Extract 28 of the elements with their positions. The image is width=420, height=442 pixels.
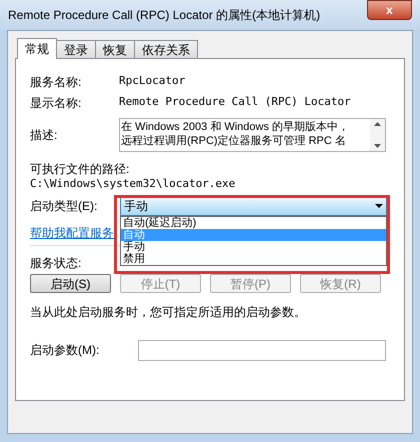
- service-button[interactable]: 启动(S): [30, 274, 111, 293]
- window-title: Remote Procedure Call (RPC) Locator 的属性(本地计算机): [8, 7, 320, 24]
- tab[interactable]: 恢复: [95, 40, 135, 58]
- tab[interactable]: 依存关系: [134, 40, 198, 58]
- field-label: 启动类型(E):: [30, 198, 98, 215]
- dropdown-option[interactable]: 自动(延迟启动): [121, 216, 386, 228]
- dropdown-option[interactable]: 手动: [121, 240, 386, 252]
- field-value: RpcLocator: [119, 73, 186, 90]
- field-value: Remote Procedure Call (RPC) Locator: [119, 94, 351, 110]
- hint-text: 当从此处启动服务时，您可指定所适用的启动参数。: [30, 304, 307, 319]
- tab[interactable]: 常规: [17, 38, 57, 59]
- path-value: C:\Windows\system32\locator.exe: [30, 176, 236, 192]
- field-label: 显示名称:: [30, 94, 82, 112]
- description-line: 在 Windows 2003 和 Windows 的早期版本中，: [121, 120, 350, 134]
- start-parameters-field[interactable]: [138, 340, 386, 360]
- description-line: 远程过程调用(RPC)定位器服务可管理 RPC 名: [121, 134, 347, 148]
- tab[interactable]: 登录: [56, 40, 96, 58]
- description-box[interactable]: 在 Windows 2003 和 Windows 的早期版本中， 远程过程调用(RPC)定位器服务可管理 RPC 名: [119, 118, 386, 152]
- field-label: 启动参数(M):: [30, 342, 100, 359]
- field-label: 描述:: [30, 127, 58, 144]
- dropdown-option[interactable]: 禁用: [121, 252, 386, 264]
- scrollbar[interactable]: [370, 119, 385, 151]
- scroll-up-icon[interactable]: [374, 122, 381, 126]
- scroll-down-icon[interactable]: [374, 144, 381, 148]
- dropdown-arrow-icon: [375, 204, 383, 208]
- field-label: 服务名称:: [30, 74, 82, 90]
- field-label: 服务状态:: [30, 255, 82, 270]
- field-label: 可执行文件的路径:: [30, 161, 130, 176]
